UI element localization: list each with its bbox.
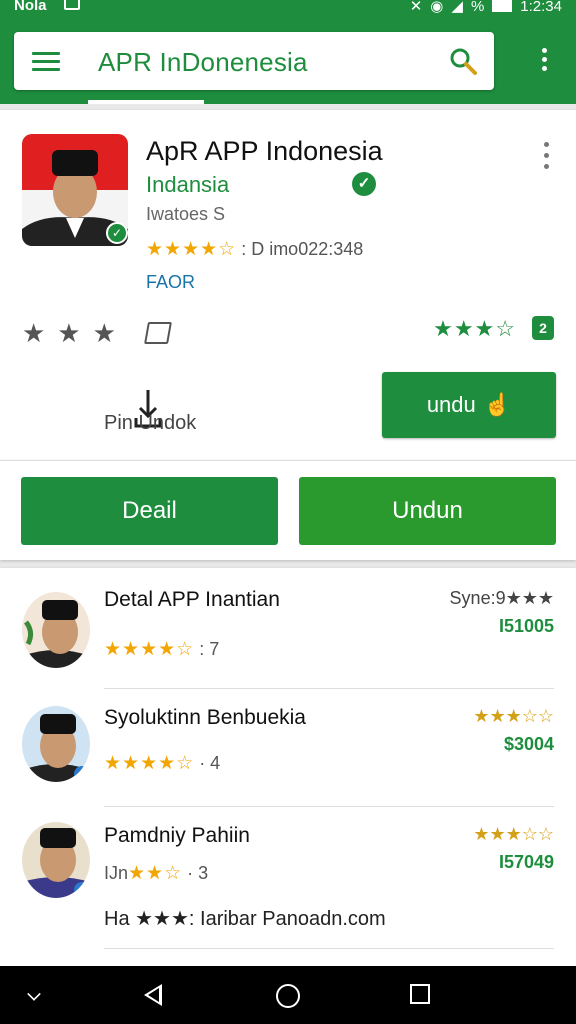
item-price: I51005 <box>498 616 554 636</box>
actions-card: Deail Undun <box>0 460 576 560</box>
carrier-label: Nola <box>14 0 47 14</box>
app-tag[interactable]: FAOR <box>146 272 195 293</box>
item-rating: ★★★★☆ : 7 <box>104 639 220 660</box>
rating-stars-right: ★★★☆ <box>433 316 516 341</box>
search-title: APR InDonenesia <box>98 47 308 77</box>
install-secondary-label: Pin Undok <box>104 412 197 434</box>
battery-percent: % <box>470 0 485 15</box>
recents-icon[interactable] <box>410 984 430 1004</box>
detail-button[interactable]: Deail <box>21 477 278 545</box>
item-name: Pamdniy Pahiin <box>104 824 250 847</box>
alarm-icon: ◉ <box>430 0 444 15</box>
back-icon[interactable] <box>144 984 162 1006</box>
item-right-top: Syne:9★★★ <box>449 588 554 608</box>
search-icon[interactable] <box>448 46 478 76</box>
more-vert-icon[interactable] <box>544 142 552 175</box>
item-right-top: ★★★☆☆ <box>473 824 554 844</box>
status-bar: Nola ✕ ◉ ◢ % 1:2:34 <box>0 0 576 18</box>
list-item[interactable]: Syoluktinn Benbuekia ★★★★☆ · 4 ★★★☆☆ $30… <box>0 700 576 818</box>
app-badge-icon: ✓ <box>106 222 128 244</box>
message-icon <box>64 0 80 10</box>
avatar <box>22 822 90 898</box>
extra-line: Ha ★★★: Iaribar Panoadn.com <box>104 908 386 930</box>
related-list: Detal APP Inantian ★★★★☆ : 7 Syne:9★★★ I… <box>0 568 576 966</box>
battery-icon <box>492 0 513 12</box>
install-label: undu <box>426 392 476 417</box>
app-title: ApR APP Indonesia <box>146 136 383 166</box>
badge-icon: 2 <box>532 316 554 340</box>
divider <box>104 806 554 807</box>
item-rating: ★★★★☆ · 4 <box>104 753 221 774</box>
app-bar: APR InDonenesia <box>0 18 576 104</box>
divider <box>104 688 554 689</box>
avatar <box>22 592 90 668</box>
hand-icon: ☝ <box>483 392 512 417</box>
item-price: $3004 <box>503 734 554 754</box>
mute-icon: ✕ <box>409 0 423 15</box>
clock: 1:2:34 <box>520 0 562 15</box>
rate-stars[interactable]: ★★★ <box>22 318 128 349</box>
system-nav-bar <box>0 966 576 1024</box>
rating-text: : D imo022:348 <box>241 239 364 259</box>
home-icon[interactable] <box>276 984 300 1008</box>
app-meta: Iwatoes S <box>146 204 226 224</box>
undun-button[interactable]: Undun <box>299 477 556 545</box>
chevron-down-icon[interactable] <box>27 987 41 1001</box>
more-vert-icon[interactable] <box>542 48 550 78</box>
tab-indicator <box>88 100 204 104</box>
item-name: Detal APP Inantian <box>104 588 280 611</box>
app-rating: ★★★★☆ : D imo022:348 <box>146 238 363 261</box>
app-detail-card: ✓ ApR APP Indonesia Indansia ✓ Iwatoes S… <box>0 110 576 460</box>
status-icons: ✕ ◉ ◢ % 1:2:34 <box>410 0 562 15</box>
list-item[interactable]: Detal APP Inantian ★★★★☆ : 7 Syne:9★★★ I… <box>0 582 576 700</box>
install-button[interactable]: undu ☝ <box>382 372 556 438</box>
divider <box>104 948 554 949</box>
avatar <box>22 706 90 782</box>
signal-icon: ◢ <box>451 0 463 15</box>
menu-icon[interactable] <box>32 52 60 72</box>
rating-stars: ★★★★☆ <box>146 239 237 260</box>
item-right-top: ★★★☆☆ <box>473 706 554 726</box>
share-icon[interactable] <box>144 322 172 344</box>
item-rating: IJn★★☆ · 3 <box>104 863 209 884</box>
item-name: Syoluktinn Benbuekia <box>104 706 306 729</box>
install-secondary-button[interactable]: Pin Undok <box>104 388 234 448</box>
verified-icon: ✓ <box>352 172 376 196</box>
search-bar[interactable]: APR InDonenesia <box>14 32 494 90</box>
app-developer[interactable]: Indansia <box>146 172 229 198</box>
item-price: I57049 <box>498 852 554 872</box>
